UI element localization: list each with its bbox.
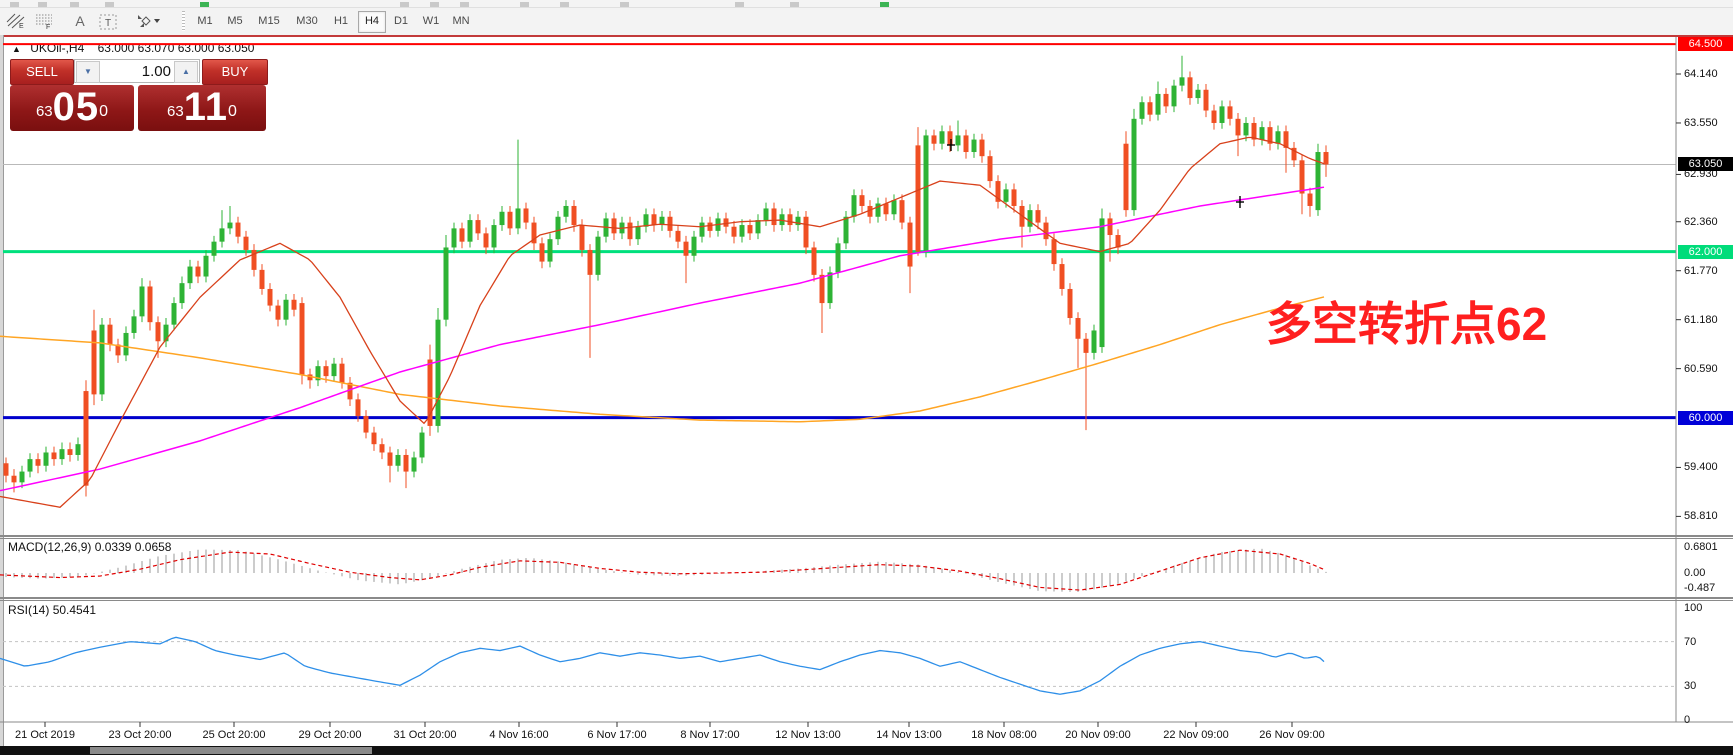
- time-axis-label: 6 Nov 17:00: [587, 729, 647, 741]
- macd-value-1: 0.0339: [94, 540, 132, 554]
- price-badge-62.000: 62.000: [1678, 244, 1733, 259]
- macd-label: MACD(12,26,9) 0.0339 0.0658: [8, 540, 172, 554]
- time-axis-label: 25 Oct 20:00: [202, 729, 266, 741]
- price-axis-label: 60.590: [1684, 362, 1718, 375]
- time-axis-label: 21 Oct 2019: [15, 729, 75, 741]
- price-badge-63.050: 63.050: [1678, 157, 1733, 172]
- chart-text-annotation: 多空转折点62: [1266, 298, 1548, 350]
- time-axis-label: 4 Nov 16:00: [489, 729, 549, 741]
- price-axis-label: 61.180: [1684, 313, 1718, 326]
- rsi-value: 50.4541: [52, 603, 97, 617]
- price-axis-label: 61.770: [1684, 264, 1718, 277]
- time-axis-label: 26 Nov 09:00: [1259, 729, 1325, 741]
- indicator-axis-label: 100: [1684, 602, 1703, 614]
- time-axis-label: 29 Oct 20:00: [298, 729, 362, 741]
- rsi-label: RSI(14) 50.4541: [8, 603, 97, 617]
- time-axis-label: 23 Oct 20:00: [108, 729, 172, 741]
- indicator-axis-label: 30: [1684, 680, 1697, 692]
- scrollbar-thumb[interactable]: [90, 747, 372, 754]
- price-chart-canvas: [0, 37, 1733, 727]
- price-badge-64.500: 64.500: [1678, 37, 1733, 52]
- indicator-axis-label: -0.487: [1684, 582, 1716, 594]
- time-axis-label: 18 Nov 08:00: [971, 729, 1037, 741]
- horizontal-scrollbar[interactable]: [0, 746, 1733, 755]
- price-axis-label: 64.140: [1684, 68, 1718, 80]
- indicator-axis-label: 0.00: [1684, 567, 1706, 579]
- time-axis-label: 12 Nov 13:00: [775, 729, 841, 741]
- price-axis-label: 63.550: [1684, 116, 1718, 129]
- macd-value-2: 0.0658: [134, 540, 172, 554]
- indicator-axis-label: 0.6801: [1684, 541, 1718, 553]
- indicator-axis-label: 70: [1684, 636, 1697, 648]
- time-axis-label: 14 Nov 13:00: [876, 729, 942, 741]
- time-axis-label: 8 Nov 17:00: [680, 729, 740, 741]
- price-badge-60.000: 60.000: [1678, 410, 1733, 425]
- time-axis-label: 20 Nov 09:00: [1065, 729, 1131, 741]
- price-axis-label: 62.360: [1684, 215, 1718, 228]
- time-axis-label: 31 Oct 20:00: [393, 729, 457, 741]
- price-axis-label: 59.400: [1684, 461, 1718, 474]
- indicator-axis-label: 0: [1684, 714, 1691, 726]
- time-axis-label: 22 Nov 09:00: [1163, 729, 1229, 741]
- price-axis-label: 58.810: [1684, 510, 1718, 523]
